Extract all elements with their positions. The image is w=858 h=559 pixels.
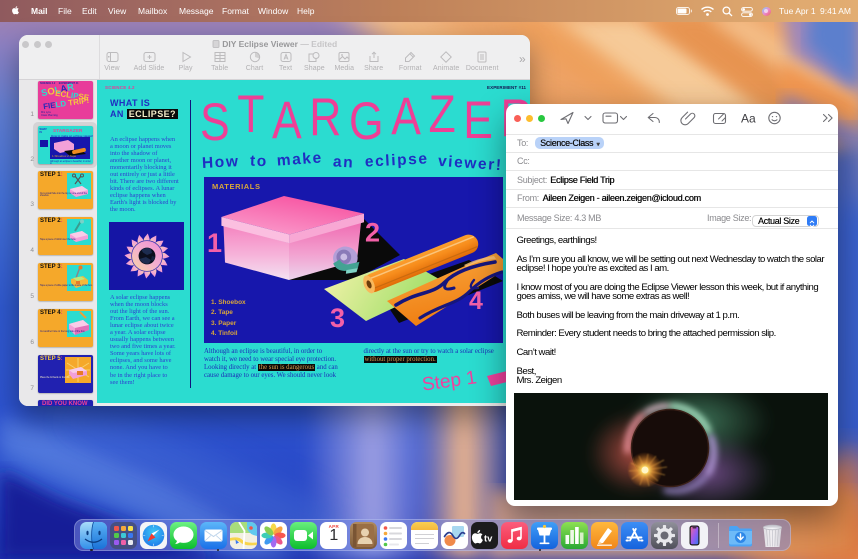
svg-text:Aa: Aa [741, 112, 756, 126]
svg-text:2: 2 [365, 218, 380, 248]
svg-text:3: 3 [330, 303, 345, 333]
svg-text:1.Shoebox 2.Tape: 1.Shoebox 2.Tape [52, 154, 77, 158]
svg-text:4: 4 [469, 287, 483, 315]
svg-text:tv: tv [484, 533, 493, 544]
svg-text:1: 1 [207, 228, 222, 258]
